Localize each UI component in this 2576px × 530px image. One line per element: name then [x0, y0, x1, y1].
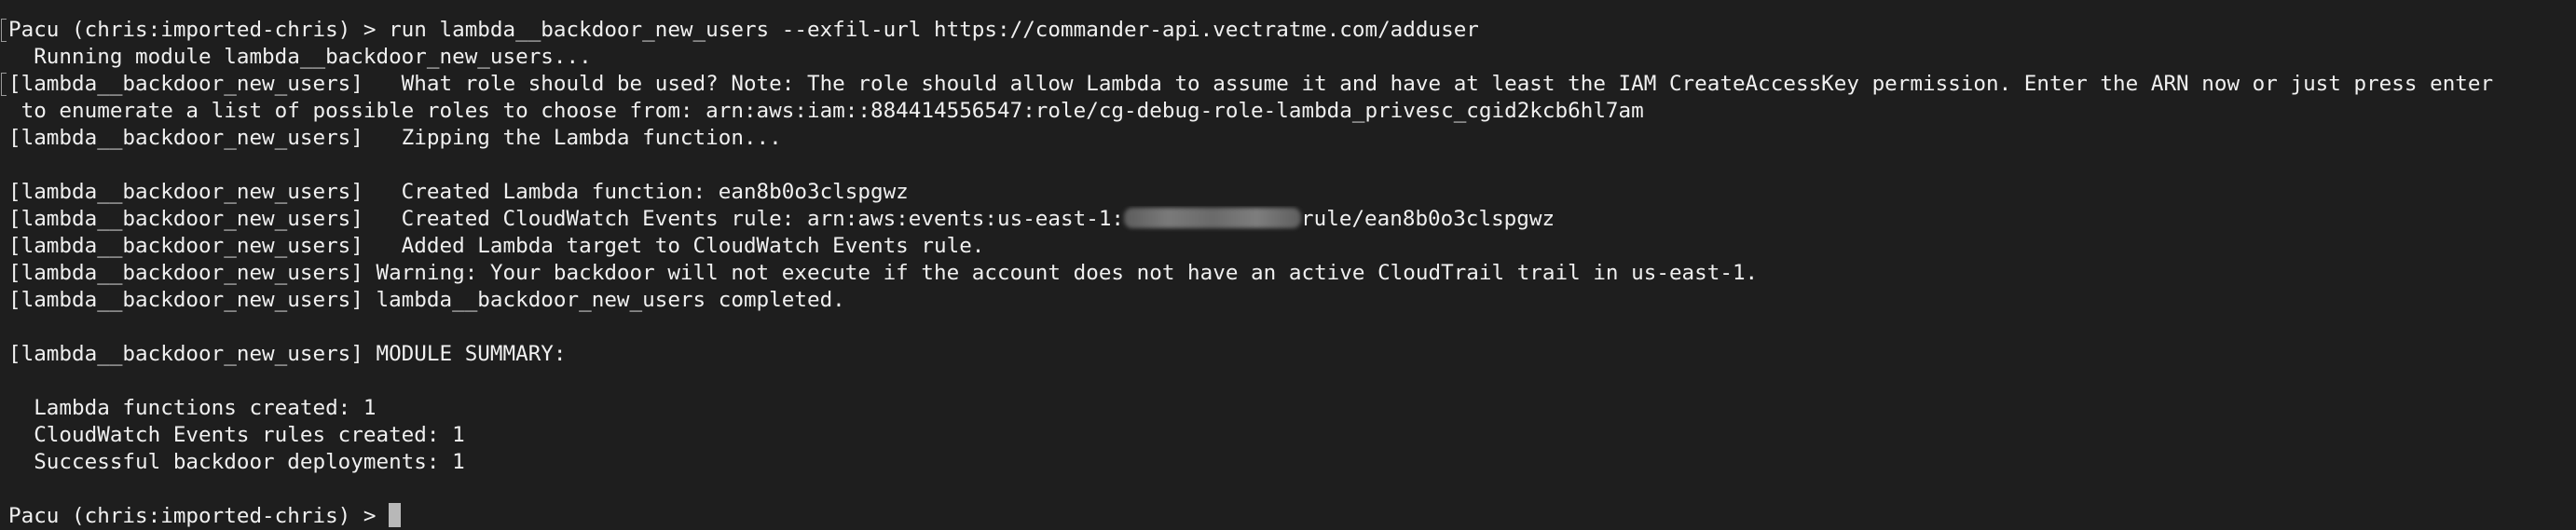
cursor-block-icon [389, 503, 402, 527]
output-line: [lambda__backdoor_new_users] What role s… [0, 71, 2576, 98]
output-line: [lambda__backdoor_new_users] lambda__bac… [0, 287, 2576, 314]
summary-header-text: [lambda__backdoor_new_users] MODULE SUMM… [8, 342, 567, 366]
output-line: [lambda__backdoor_new_users] Created Lam… [0, 179, 2576, 206]
prompt-line: Pacu (chris:imported-chris) > run lambda… [0, 17, 2576, 44]
input-mark-icon [1, 73, 7, 96]
summary-line: CloudWatch Events rules created: 1 [0, 422, 2576, 449]
prompt-input[interactable]: Pacu (chris:imported-chris) > [8, 503, 402, 530]
output-text: [lambda__backdoor_new_users] Zipping the… [8, 126, 782, 150]
redacted-account-id [1124, 207, 1302, 228]
prompt-text: Pacu (chris:imported-chris) > [8, 504, 390, 528]
summary-text: CloudWatch Events rules created: 1 [8, 423, 465, 447]
output-line: [lambda__backdoor_new_users] Created Clo… [0, 206, 2576, 233]
summary-line: Successful backdoor deployments: 1 [0, 449, 2576, 476]
output-text: to enumerate a list of possible roles to… [8, 99, 1644, 123]
output-text: [lambda__backdoor_new_users] Added Lambd… [8, 234, 985, 258]
output-text-before: [lambda__backdoor_new_users] Created Clo… [8, 207, 1125, 231]
output-line: to enumerate a list of possible roles to… [0, 98, 2576, 125]
active-prompt-line[interactable]: Pacu (chris:imported-chris) > [0, 503, 2576, 530]
output-text: [lambda__backdoor_new_users] Created Clo… [8, 206, 1555, 233]
summary-text: Successful backdoor deployments: 1 [8, 450, 465, 474]
output-text: [lambda__backdoor_new_users] Created Lam… [8, 180, 909, 204]
output-text-after: rule/ean8b0o3clspgwz [1301, 207, 1555, 231]
summary-header-line: [lambda__backdoor_new_users] MODULE SUMM… [0, 341, 2576, 368]
output-line: [lambda__backdoor_new_users] Added Lambd… [0, 233, 2576, 260]
summary-line: Lambda functions created: 1 [0, 395, 2576, 422]
output-text: [lambda__backdoor_new_users] What role s… [8, 72, 2494, 96]
command-mark-icon [1, 19, 7, 42]
output-line: Running module lambda__backdoor_new_user… [0, 44, 2576, 71]
summary-text: Lambda functions created: 1 [8, 396, 377, 420]
warning-text: [lambda__backdoor_new_users] Warning: Yo… [8, 261, 1759, 285]
output-line: [lambda__backdoor_new_users] Zipping the… [0, 125, 2576, 152]
command-text: Pacu (chris:imported-chris) > run lambda… [8, 18, 1479, 42]
terminal-window[interactable]: Pacu (chris:imported-chris) > run lambda… [0, 0, 2576, 529]
output-text: [lambda__backdoor_new_users] lambda__bac… [8, 288, 845, 312]
output-text: Running module lambda__backdoor_new_user… [8, 45, 592, 69]
warning-line: [lambda__backdoor_new_users] Warning: Yo… [0, 260, 2576, 287]
